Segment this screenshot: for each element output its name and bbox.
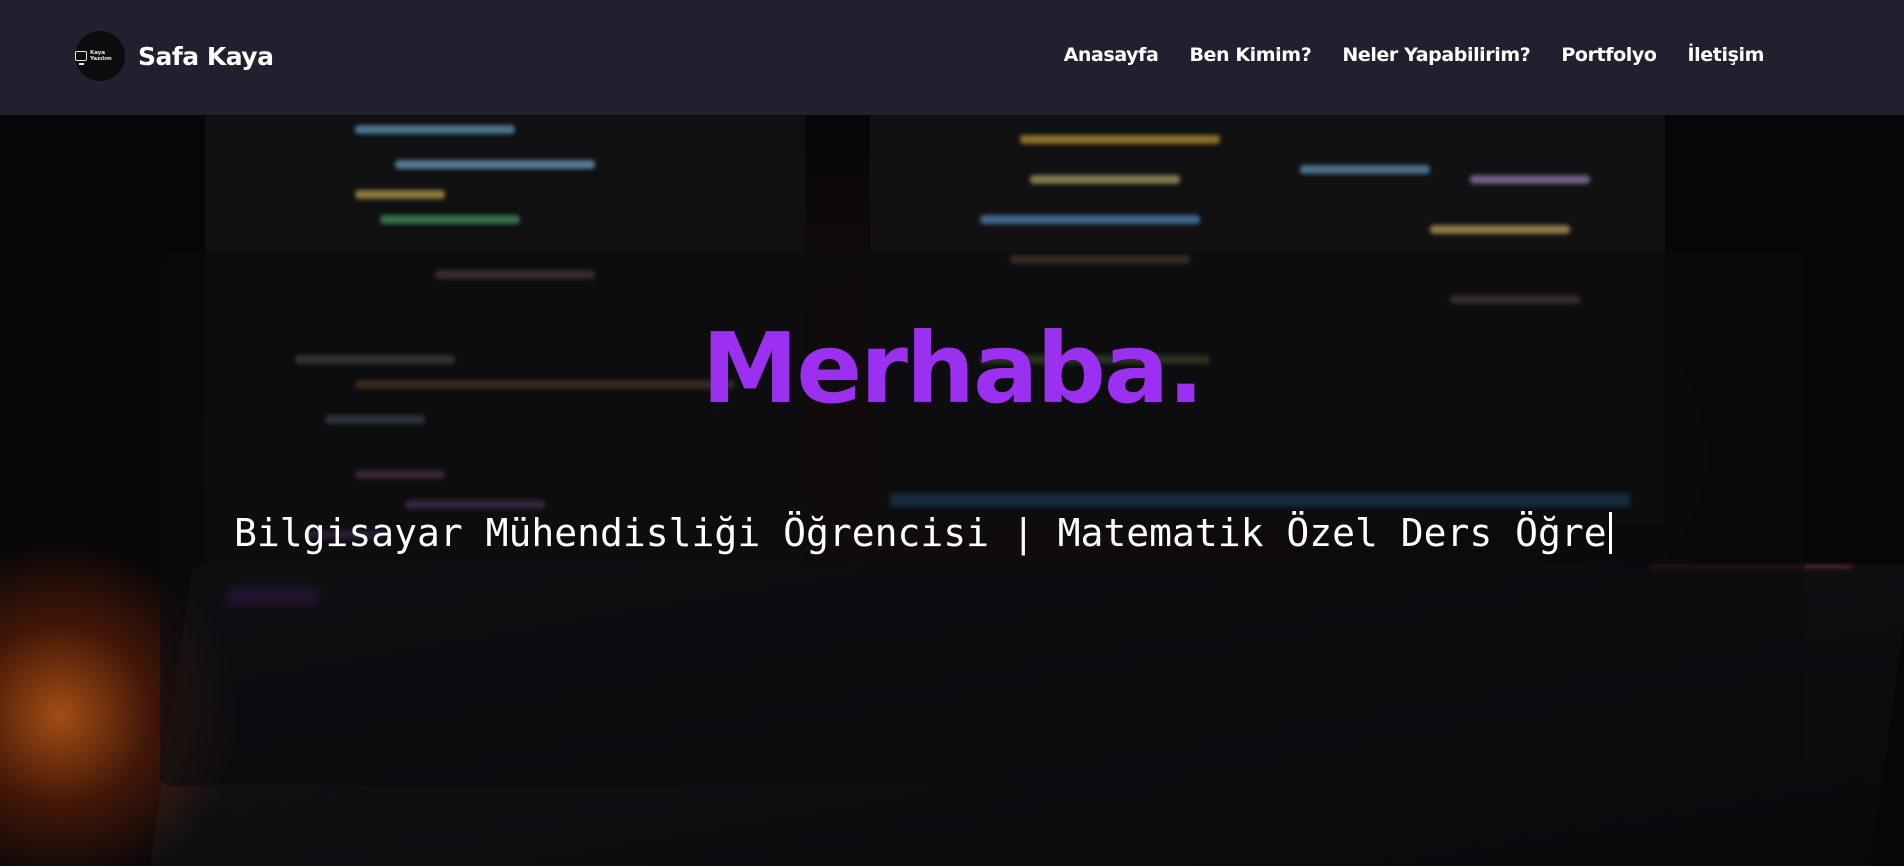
nav-menu: Anasayfa Ben Kimim? Neler Yapabilirim? P… bbox=[1064, 44, 1765, 66]
hero-subtitle: Bilgisayar Mühendisliği Öğrencisi | Mate… bbox=[234, 511, 1607, 555]
brand-name: Safa Kaya bbox=[138, 41, 274, 71]
hero-section bbox=[0, 115, 1904, 866]
brand-link[interactable]: Kaya Yazılım Safa Kaya bbox=[75, 31, 274, 81]
brand-logo: Kaya Yazılım bbox=[75, 31, 125, 81]
nav-link-anasayfa[interactable]: Anasayfa bbox=[1064, 44, 1159, 66]
nav-link-ben-kimim[interactable]: Ben Kimim? bbox=[1189, 44, 1311, 66]
nav-link-iletisim[interactable]: İletişim bbox=[1688, 44, 1765, 66]
navbar: Kaya Yazılım Safa Kaya Anasayfa Ben Kimi… bbox=[0, 0, 1904, 115]
typewriter-text: Bilgisayar Mühendisliği Öğrencisi | Mate… bbox=[234, 509, 1612, 557]
monitor-icon bbox=[75, 51, 87, 65]
nav-link-neler-yapabilirim[interactable]: Neler Yapabilirim? bbox=[1342, 44, 1530, 66]
logo-text: Kaya Yazılım bbox=[89, 50, 112, 62]
text-cursor bbox=[1608, 512, 1612, 554]
nav-link-portfolyo[interactable]: Portfolyo bbox=[1561, 44, 1657, 66]
hero-title: Merhaba. bbox=[701, 312, 1204, 425]
